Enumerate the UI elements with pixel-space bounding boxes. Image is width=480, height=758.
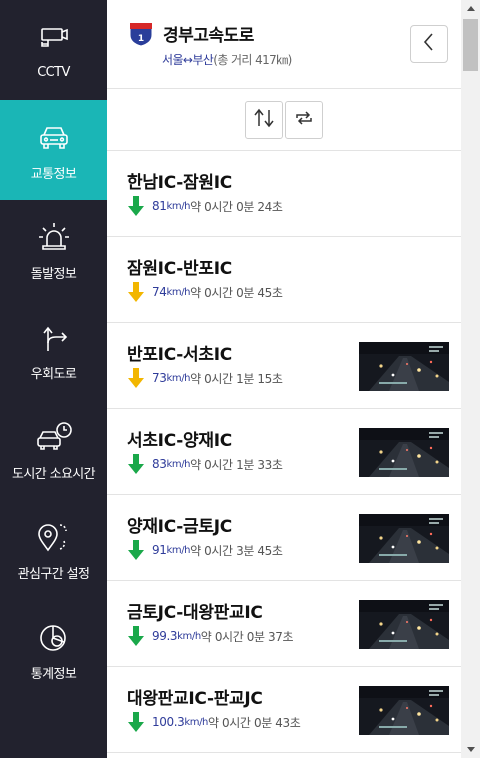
pie-chart-icon	[34, 617, 74, 657]
chevron-left-icon	[422, 32, 436, 56]
location-pin-icon	[34, 517, 74, 557]
segment-row[interactable]: 서초IC-양재IC 83 km/h 약 0시간 1분 33초	[107, 409, 461, 495]
back-button[interactable]	[410, 25, 448, 63]
sidebar-item-label: 관심구간 설정	[17, 566, 90, 582]
sidebar-item-traffic-info[interactable]: 교통정보	[0, 100, 107, 200]
segment-row[interactable]: 금토JC-대왕판교IC 99.3 km/h 약 0시간 0분 37초	[107, 581, 461, 667]
segment-name: 한남IC-잠원IC	[127, 173, 232, 193]
swap-direction-button[interactable]	[245, 100, 283, 139]
cctv-thumbnail[interactable]	[359, 428, 449, 477]
green-down-arrow-icon	[127, 454, 145, 474]
svg-text:1: 1	[138, 34, 144, 44]
segment-travel-time: 약 0시간 0분 24초	[190, 199, 283, 214]
yellow-down-arrow-icon	[127, 282, 145, 302]
segment-row[interactable]: 양재IC-금토JC 91 km/h 약 0시간 3분 45초	[107, 495, 461, 581]
segment-speed-unit: km/h	[166, 544, 191, 556]
highway-shield-icon: 1	[128, 21, 154, 47]
sidebar-item-cctv[interactable]: CCTV	[0, 0, 107, 100]
segment-info: 73 km/h 약 0시간 1분 15초	[127, 368, 283, 388]
sidebar-item-label: 도시간 소요시간	[11, 466, 96, 482]
segment-speed: 83	[152, 457, 167, 471]
route-destination: 부산	[192, 53, 214, 67]
segment-row[interactable]: 한남IC-잠원IC 81 km/h 약 0시간 0분 24초	[107, 151, 461, 237]
segment-speed: 73	[152, 371, 167, 385]
segment-name: 서초IC-양재IC	[127, 431, 232, 451]
segment-travel-time: 약 0시간 0분 45초	[190, 285, 283, 300]
cctv-thumbnail[interactable]	[359, 514, 449, 563]
segment-row[interactable]: 대왕판교IC-판교JC 100.3 km/h 약 0시간 0분 43초	[107, 667, 461, 753]
sidebar-item-incident-info[interactable]: 돌발정보	[0, 200, 107, 300]
detour-icon	[34, 317, 74, 357]
green-down-arrow-icon	[127, 196, 145, 216]
segment-list: 한남IC-잠원IC 81 km/h 약 0시간 0분 24초 잠원IC-반포IC 7…	[107, 151, 461, 753]
green-down-arrow-icon	[127, 540, 145, 560]
segment-name: 잠원IC-반포IC	[127, 259, 232, 279]
scroll-up-arrow-icon[interactable]	[461, 0, 480, 17]
repeat-icon	[294, 109, 314, 131]
segment-speed: 91	[152, 543, 167, 557]
segment-info: 81 km/h 약 0시간 0분 24초	[127, 196, 283, 216]
segment-travel-time: 약 0시간 1분 15초	[190, 371, 283, 386]
segment-info: 100.3 km/h 약 0시간 0분 43초	[127, 712, 301, 732]
sidebar-item-label: 돌발정보	[30, 266, 77, 282]
segment-info: 83 km/h 약 0시간 1분 33초	[127, 454, 283, 474]
segment-name: 대왕판교IC-판교JC	[127, 689, 263, 709]
sidebar-item-statistics[interactable]: 통계정보	[0, 600, 107, 700]
segment-travel-time: 약 0시간 3분 45초	[190, 543, 283, 558]
route-title: 경부고속도로	[163, 26, 254, 46]
sidebar-item-label: CCTV	[37, 64, 70, 80]
segment-speed-unit: km/h	[166, 372, 191, 384]
segment-travel-time: 약 0시간 0분 43초	[208, 715, 301, 730]
segment-speed-unit: km/h	[166, 200, 191, 212]
route-subtitle: 서울↔부산(총 거리 417㎞)	[162, 51, 292, 68]
traffic-panel: 1 경부고속도로 서울↔부산(총 거리 417㎞) 한남IC-잠원IC 81 k…	[107, 0, 461, 758]
siren-icon	[34, 217, 74, 257]
segment-speed: 99.3	[152, 629, 178, 643]
route-distance: (총 거리 417㎞)	[213, 53, 292, 67]
segment-info: 74 km/h 약 0시간 0분 45초	[127, 282, 283, 302]
segment-info: 91 km/h 약 0시간 3분 45초	[127, 540, 283, 560]
refresh-button[interactable]	[285, 100, 323, 139]
scroll-down-arrow-icon[interactable]	[461, 741, 480, 758]
sidebar-item-label: 우회도로	[30, 366, 77, 382]
cctv-thumbnail[interactable]	[359, 600, 449, 649]
segment-name: 금토JC-대왕판교IC	[127, 603, 263, 623]
segment-name: 반포IC-서초IC	[127, 345, 232, 365]
segment-speed-unit: km/h	[177, 630, 201, 642]
segment-speed-unit: km/h	[166, 286, 191, 298]
green-down-arrow-icon	[127, 712, 145, 732]
car-clock-icon	[34, 417, 74, 457]
car-icon	[34, 117, 74, 157]
sidebar-item-travel-time[interactable]: 도시간 소요시간	[0, 400, 107, 500]
sidebar-item-label: 통계정보	[30, 666, 77, 682]
segment-row[interactable]: 반포IC-서초IC 73 km/h 약 0시간 1분 15초	[107, 323, 461, 409]
yellow-down-arrow-icon	[127, 368, 145, 388]
sidebar: CCTV 교통정보 돌발정보 우회도로 도시간 소요시간 관심구간 설정 통계정…	[0, 0, 107, 758]
scroll-thumb[interactable]	[463, 19, 478, 71]
route-header: 1 경부고속도로 서울↔부산(총 거리 417㎞)	[107, 0, 461, 89]
sidebar-item-interest-section[interactable]: 관심구간 설정	[0, 500, 107, 600]
cctv-thumbnail[interactable]	[359, 686, 449, 735]
sort-arrows-icon	[253, 108, 275, 132]
segment-info: 99.3 km/h 약 0시간 0분 37초	[127, 626, 294, 646]
route-arrow: ↔	[182, 53, 193, 67]
sidebar-item-label: 교통정보	[30, 166, 77, 182]
cctv-icon	[34, 19, 74, 59]
segment-name: 양재IC-금토JC	[127, 517, 232, 537]
cctv-thumbnail[interactable]	[359, 342, 449, 391]
sidebar-item-detour[interactable]: 우회도로	[0, 300, 107, 400]
segment-speed-unit: km/h	[166, 458, 191, 470]
route-origin: 서울	[162, 53, 183, 67]
segment-speed: 74	[152, 285, 167, 299]
direction-toolbar	[107, 89, 461, 151]
segment-speed: 100.3	[152, 715, 185, 729]
segment-row[interactable]: 잠원IC-반포IC 74 km/h 약 0시간 0분 45초	[107, 237, 461, 323]
scrollbar[interactable]	[461, 0, 480, 758]
segment-travel-time: 약 0시간 1분 33초	[190, 457, 283, 472]
segment-speed-unit: km/h	[184, 716, 208, 728]
segment-travel-time: 약 0시간 0분 37초	[200, 629, 294, 644]
green-down-arrow-icon	[127, 626, 145, 646]
segment-speed: 81	[152, 199, 167, 213]
